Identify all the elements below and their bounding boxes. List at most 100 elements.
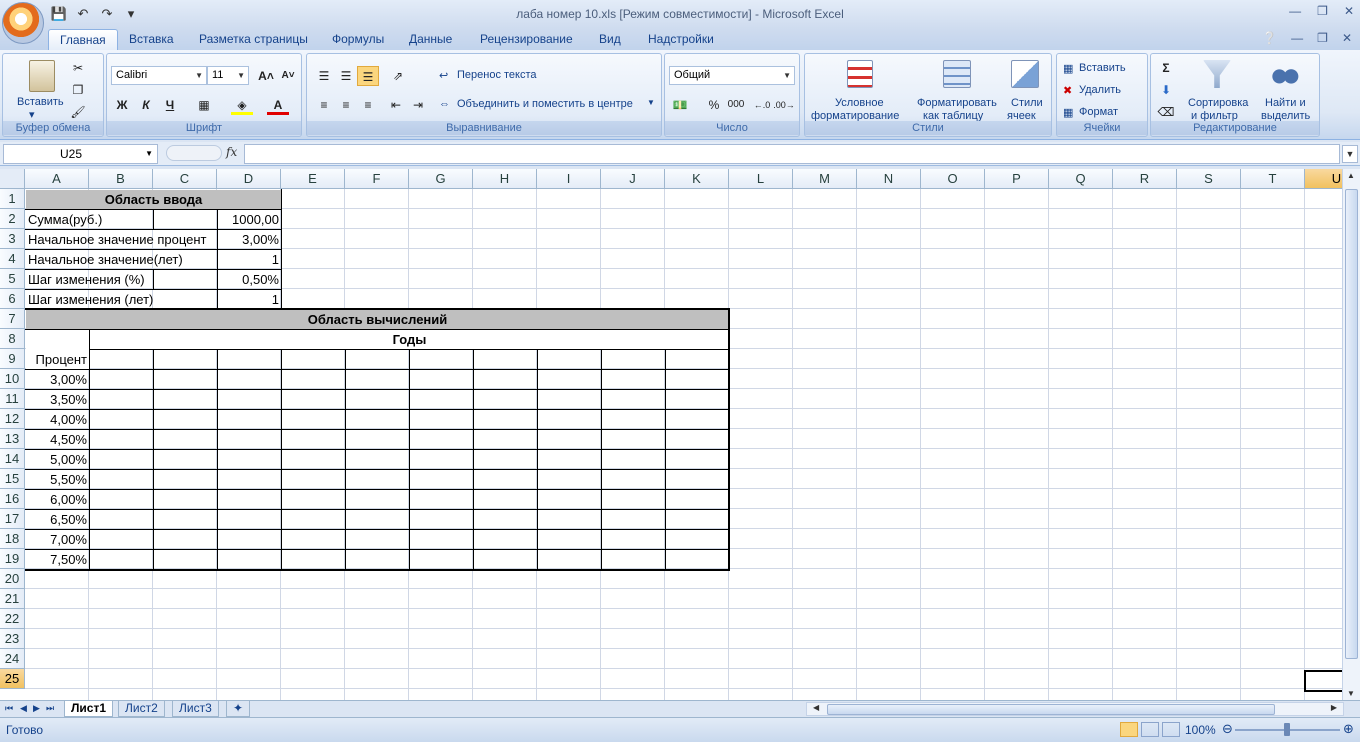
column-header[interactable]: P [985, 169, 1049, 189]
thousands-icon[interactable]: 000 [725, 95, 747, 115]
percent-header[interactable]: Процент [26, 350, 89, 370]
row-header[interactable]: 22 [0, 609, 25, 629]
align-top-icon[interactable]: ☰ [313, 66, 335, 86]
first-sheet-icon[interactable]: ⏮ [5, 703, 13, 714]
chevron-down-icon[interactable]: ▼ [647, 98, 655, 107]
calc-area-title[interactable]: Область вычислений [26, 310, 729, 330]
row-header[interactable]: 21 [0, 589, 25, 609]
scroll-left-icon[interactable]: ◀ [813, 703, 819, 712]
row-header[interactable]: 2 [0, 209, 25, 229]
horizontal-scrollbar[interactable]: ◀ ▶ [806, 702, 1344, 716]
font-family-select[interactable]: Calibri ▼ [111, 66, 207, 85]
percent-value-cell[interactable]: 6,50% [26, 510, 89, 530]
row-header[interactable]: 25 [0, 669, 25, 689]
cut-icon[interactable]: ✂ [67, 58, 89, 78]
wrap-text-button[interactable]: Перенос текста [457, 69, 537, 81]
column-header[interactable]: D [217, 169, 281, 189]
column-header[interactable]: E [281, 169, 345, 189]
restore-icon[interactable]: ❐ [1317, 4, 1328, 18]
row-header[interactable]: 7 [0, 309, 25, 329]
currency-icon[interactable]: 💵 [669, 95, 691, 115]
column-header[interactable]: K [665, 169, 729, 189]
row-header[interactable]: 17 [0, 509, 25, 529]
percent-value-cell[interactable]: 6,00% [26, 490, 89, 510]
column-header[interactable]: Q [1049, 169, 1113, 189]
column-header[interactable]: R [1113, 169, 1177, 189]
find-select-icon[interactable] [1271, 62, 1299, 86]
start-percent-value[interactable]: 3,00% [218, 230, 281, 250]
name-box[interactable]: U25 ▼ [3, 144, 158, 164]
close-icon[interactable]: ✕ [1344, 4, 1354, 18]
percent-value-cell[interactable]: 4,00% [26, 410, 89, 430]
paste-button[interactable]: Вставить [17, 96, 64, 108]
row-header[interactable]: 12 [0, 409, 25, 429]
help-icon[interactable]: ❔ [1262, 31, 1277, 45]
row-header[interactable]: 10 [0, 369, 25, 389]
tab-home[interactable]: Главная [48, 29, 118, 51]
grow-font-icon[interactable]: A˄ [255, 66, 277, 86]
zoom-level[interactable]: 100% [1185, 723, 1216, 737]
row-header[interactable]: 3 [0, 229, 25, 249]
active-cell-u25[interactable] [1304, 670, 1342, 692]
sheet-tab-2[interactable]: Лист2 [118, 701, 165, 717]
zoom-in-icon[interactable]: ⊕ [1343, 721, 1354, 737]
normal-view-icon[interactable] [1120, 722, 1138, 737]
column-header[interactable]: B [89, 169, 153, 189]
conditional-formatting-label-1[interactable]: Условное [835, 97, 884, 109]
row-header[interactable]: 24 [0, 649, 25, 669]
office-button[interactable] [2, 2, 44, 44]
column-header[interactable]: T [1241, 169, 1305, 189]
orientation-icon[interactable]: ⇗ [387, 66, 409, 86]
row-header[interactable]: 13 [0, 429, 25, 449]
vertical-scroll-thumb[interactable] [1345, 189, 1358, 659]
formula-input[interactable] [244, 144, 1340, 164]
merge-center-button[interactable]: Объединить и поместить в центре [457, 98, 633, 110]
years-header[interactable]: Годы [90, 330, 729, 350]
row-header[interactable]: 15 [0, 469, 25, 489]
scroll-right-icon[interactable]: ▶ [1331, 703, 1337, 712]
align-middle-icon[interactable]: ☰ [335, 66, 357, 86]
column-header[interactable]: U [1305, 169, 1342, 189]
column-header[interactable]: O [921, 169, 985, 189]
align-right-icon[interactable]: ≡ [357, 95, 379, 115]
number-format-select[interactable]: Общий ▼ [669, 66, 795, 85]
column-header[interactable]: M [793, 169, 857, 189]
underline-button[interactable]: Ч [159, 95, 181, 115]
format-as-table-icon[interactable] [943, 60, 971, 88]
new-sheet-icon[interactable]: ✦ [226, 701, 251, 717]
increase-decimal-icon[interactable]: ←.0 [751, 95, 773, 115]
bold-button[interactable]: Ж [111, 95, 133, 115]
vertical-scrollbar[interactable]: ▲ ▼ [1342, 169, 1360, 700]
column-header[interactable]: G [409, 169, 473, 189]
prev-sheet-icon[interactable]: ◀ [20, 703, 27, 714]
scroll-down-icon[interactable]: ▼ [1347, 689, 1355, 698]
last-sheet-icon[interactable]: ⏭ [46, 703, 54, 714]
row-header[interactable]: 19 [0, 549, 25, 569]
next-sheet-icon[interactable]: ▶ [33, 703, 40, 714]
align-left-icon[interactable]: ≡ [313, 95, 335, 115]
format-painter-icon[interactable]: 🖌 [67, 102, 89, 122]
select-all-corner[interactable] [0, 169, 25, 189]
step-years-value[interactable]: 1 [218, 290, 281, 310]
decrease-indent-icon[interactable]: ⇤ [385, 95, 407, 115]
cell-styles-label-1[interactable]: Стили [1011, 97, 1043, 109]
tab-review[interactable]: Рецензирование [480, 32, 573, 46]
row-header[interactable]: 11 [0, 389, 25, 409]
sort-filter-label-1[interactable]: Сортировка [1188, 97, 1248, 109]
row-header[interactable]: 9 [0, 349, 25, 369]
sort-filter-icon[interactable] [1203, 60, 1231, 88]
decrease-decimal-icon[interactable]: .00→ [773, 95, 795, 115]
row-header[interactable]: 16 [0, 489, 25, 509]
column-header[interactable]: L [729, 169, 793, 189]
borders-icon[interactable]: ▦ [193, 95, 215, 115]
row-header[interactable]: 14 [0, 449, 25, 469]
copy-icon[interactable]: ❐ [67, 80, 89, 100]
sheet-tab-3[interactable]: Лист3 [172, 701, 219, 717]
insert-cells-button[interactable]: Вставить [1079, 62, 1126, 74]
paste-dropdown-icon[interactable]: ▾ [29, 108, 35, 121]
sum-value[interactable]: 1000,00 [218, 210, 281, 230]
column-header[interactable]: A [25, 169, 89, 189]
autosum-icon[interactable]: Σ [1155, 58, 1177, 78]
tab-formulas[interactable]: Формулы [332, 32, 384, 46]
cell-styles-icon[interactable] [1011, 60, 1039, 88]
